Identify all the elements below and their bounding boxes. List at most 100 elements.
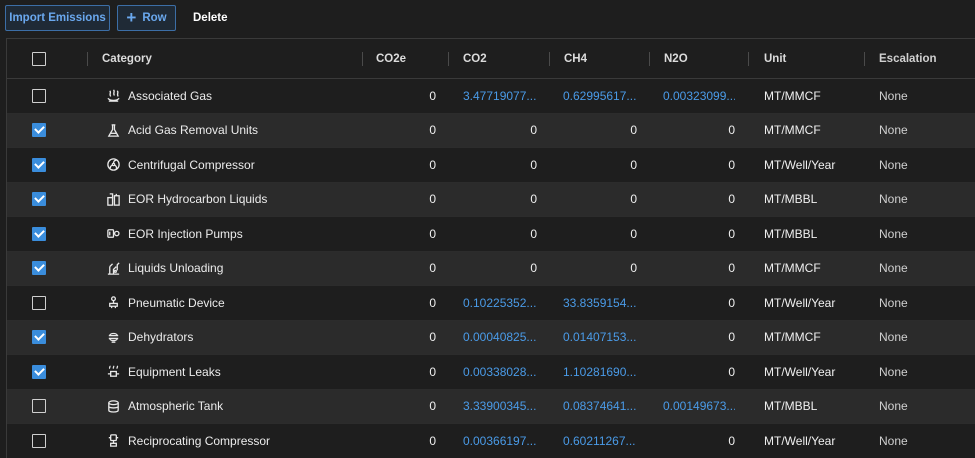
co2-cell[interactable]: 0: [463, 183, 537, 217]
unit-cell[interactable]: MT/Well/Year: [764, 286, 864, 320]
n2o-cell[interactable]: 0: [663, 355, 735, 389]
ch4-cell[interactable]: 33.8359154...: [563, 286, 637, 320]
row-checkbox[interactable]: [32, 88, 46, 103]
column-header-co2[interactable]: CO2: [463, 39, 543, 78]
n2o-cell[interactable]: 0: [663, 321, 735, 355]
ch4-cell[interactable]: 0: [563, 183, 637, 217]
n2o-cell[interactable]: 0: [663, 183, 735, 217]
co2e-cell[interactable]: 0: [364, 424, 436, 458]
unit-cell[interactable]: MT/Well/Year: [764, 148, 864, 182]
row-checkbox[interactable]: [32, 330, 46, 345]
ch4-cell[interactable]: 0.60211267...: [563, 424, 637, 458]
table-row[interactable]: Atmospheric Tank 0 3.33900345... 0.08374…: [7, 389, 975, 424]
ch4-cell[interactable]: 0: [563, 252, 637, 286]
escalation-cell[interactable]: None: [879, 286, 969, 320]
row-checkbox[interactable]: [32, 295, 46, 310]
unit-cell[interactable]: MT/MBBL: [764, 217, 864, 251]
escalation-cell[interactable]: None: [879, 114, 969, 148]
co2e-cell[interactable]: 0: [364, 321, 436, 355]
co2-cell[interactable]: 0: [463, 114, 537, 148]
row-checkbox[interactable]: [32, 192, 46, 207]
category-cell[interactable]: Pneumatic Device: [128, 286, 358, 320]
table-row[interactable]: Centrifugal Compressor 0 0 0 0 MT/Well/Y…: [7, 148, 975, 183]
n2o-cell[interactable]: 0: [663, 148, 735, 182]
table-row[interactable]: Pneumatic Device 0 0.10225352... 33.8359…: [7, 286, 975, 321]
column-separator[interactable]: [748, 52, 749, 66]
row-checkbox[interactable]: [32, 157, 46, 172]
ch4-cell[interactable]: 0: [563, 217, 637, 251]
n2o-cell[interactable]: 0: [663, 114, 735, 148]
category-cell[interactable]: Reciprocating Compressor: [128, 424, 358, 458]
column-header-n2o[interactable]: N2O: [664, 39, 744, 78]
co2-cell[interactable]: 0: [463, 148, 537, 182]
co2e-cell[interactable]: 0: [364, 286, 436, 320]
row-checkbox[interactable]: [32, 123, 46, 138]
table-row[interactable]: Dehydrators 0 0.00040825... 0.01407153..…: [7, 320, 975, 355]
escalation-cell[interactable]: None: [879, 252, 969, 286]
column-separator[interactable]: [448, 52, 449, 66]
add-row-button[interactable]: + Row: [117, 5, 176, 31]
column-header-unit[interactable]: Unit: [764, 39, 864, 78]
category-cell[interactable]: EOR Hydrocarbon Liquids: [128, 183, 358, 217]
co2-cell[interactable]: 0.10225352...: [463, 286, 537, 320]
unit-cell[interactable]: MT/MBBL: [764, 390, 864, 424]
category-cell[interactable]: Atmospheric Tank: [128, 390, 358, 424]
column-separator[interactable]: [649, 52, 650, 66]
co2e-cell[interactable]: 0: [364, 390, 436, 424]
category-cell[interactable]: Liquids Unloading: [128, 252, 358, 286]
table-row[interactable]: Reciprocating Compressor 0 0.00366197...…: [7, 424, 975, 458]
co2-cell[interactable]: 3.33900345...: [463, 390, 537, 424]
table-row[interactable]: Acid Gas Removal Units 0 0 0 0 MT/MMCF N…: [7, 113, 975, 148]
co2-cell[interactable]: 0.00040825...: [463, 321, 537, 355]
co2-cell[interactable]: 0.00338028...: [463, 355, 537, 389]
category-cell[interactable]: Equipment Leaks: [128, 355, 358, 389]
table-row[interactable]: Associated Gas 0 3.47719077... 0.6299561…: [7, 79, 975, 114]
select-all-checkbox[interactable]: [32, 51, 46, 66]
column-separator[interactable]: [549, 52, 550, 66]
unit-cell[interactable]: MT/MMCF: [764, 321, 864, 355]
column-header-escalation[interactable]: Escalation: [879, 39, 969, 78]
escalation-cell[interactable]: None: [879, 321, 969, 355]
row-checkbox[interactable]: [32, 261, 46, 276]
row-checkbox[interactable]: [32, 226, 46, 241]
category-cell[interactable]: Associated Gas: [128, 79, 358, 113]
co2-cell[interactable]: 0: [463, 217, 537, 251]
co2e-cell[interactable]: 0: [364, 148, 436, 182]
category-cell[interactable]: Acid Gas Removal Units: [128, 114, 358, 148]
ch4-cell[interactable]: 1.10281690...: [563, 355, 637, 389]
category-cell[interactable]: EOR Injection Pumps: [128, 217, 358, 251]
unit-cell[interactable]: MT/MMCF: [764, 79, 864, 113]
co2e-cell[interactable]: 0: [364, 114, 436, 148]
column-header-co2e[interactable]: CO2e: [376, 39, 448, 78]
escalation-cell[interactable]: None: [879, 148, 969, 182]
n2o-cell[interactable]: 0: [663, 286, 735, 320]
n2o-cell[interactable]: 0.00149673...: [663, 390, 735, 424]
escalation-cell[interactable]: None: [879, 424, 969, 458]
co2-cell[interactable]: 3.47719077...: [463, 79, 537, 113]
column-separator[interactable]: [87, 52, 88, 66]
co2e-cell[interactable]: 0: [364, 217, 436, 251]
ch4-cell[interactable]: 0.08374641...: [563, 390, 637, 424]
unit-cell[interactable]: MT/MMCF: [764, 114, 864, 148]
co2-cell[interactable]: 0.00366197...: [463, 424, 537, 458]
row-checkbox[interactable]: [32, 433, 46, 448]
co2e-cell[interactable]: 0: [364, 252, 436, 286]
co2-cell[interactable]: 0: [463, 252, 537, 286]
row-checkbox[interactable]: [32, 399, 46, 414]
table-row[interactable]: EOR Injection Pumps 0 0 0 0 MT/MBBL None: [7, 217, 975, 252]
ch4-cell[interactable]: 0: [563, 148, 637, 182]
co2e-cell[interactable]: 0: [364, 183, 436, 217]
escalation-cell[interactable]: None: [879, 183, 969, 217]
co2e-cell[interactable]: 0: [364, 355, 436, 389]
ch4-cell[interactable]: 0.01407153...: [563, 321, 637, 355]
unit-cell[interactable]: MT/MMCF: [764, 252, 864, 286]
table-row[interactable]: EOR Hydrocarbon Liquids 0 0 0 0 MT/MBBL …: [7, 182, 975, 217]
n2o-cell[interactable]: 0: [663, 252, 735, 286]
delete-button[interactable]: Delete: [186, 5, 235, 31]
unit-cell[interactable]: MT/Well/Year: [764, 424, 864, 458]
column-header-category[interactable]: Category: [102, 39, 362, 78]
unit-cell[interactable]: MT/Well/Year: [764, 355, 864, 389]
ch4-cell[interactable]: 0: [563, 114, 637, 148]
table-row[interactable]: Equipment Leaks 0 0.00338028... 1.102816…: [7, 355, 975, 390]
n2o-cell[interactable]: 0: [663, 217, 735, 251]
